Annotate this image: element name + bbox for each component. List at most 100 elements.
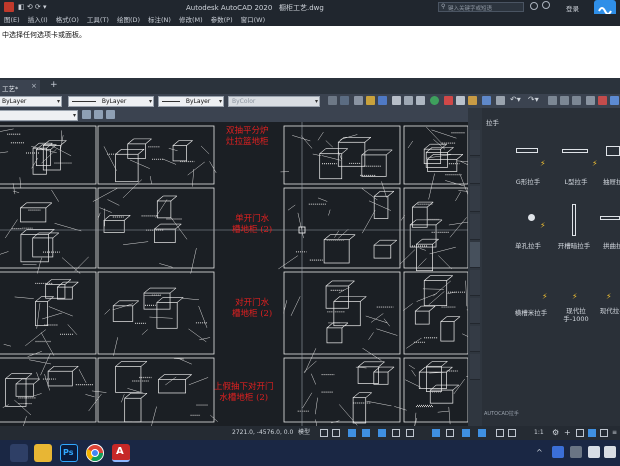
palette-footer: AUTOCAD拉手 [484,411,519,417]
annotation-scale[interactable]: 1:1 [534,428,544,438]
polar-icon[interactable] [362,429,370,437]
zoom-icon[interactable] [560,96,569,105]
dynamic-ucs-icon[interactable] [478,429,486,437]
network-icon[interactable] [604,446,616,458]
arch-handle-icon[interactable] [600,216,620,220]
drawing-canvas[interactable]: 双抽平分炉 灶拉篮地柜 单开门水 槽地柜 (2) 对开门水 槽地柜 (2) 上假… [0,122,468,426]
menu-item-format[interactable]: 格式(O) [52,14,83,26]
auto-scale-icon[interactable] [508,429,516,437]
new-icon[interactable] [354,96,363,105]
g-handle-icon[interactable] [516,148,538,153]
osnap-icon[interactable] [378,429,386,437]
command-line-area[interactable]: 中选择任何选项卡或面板。 [0,26,620,78]
menu-item-tools[interactable]: 工具(T) [83,14,113,26]
hardware-acceleration-icon[interactable] [588,429,596,437]
otrack-icon[interactable] [392,429,400,437]
ortho-icon[interactable] [348,429,356,437]
layer-icon[interactable] [340,96,349,105]
open-icon[interactable] [366,96,375,105]
menu-item-insert[interactable]: 插入(I) [24,14,52,26]
save-icon[interactable] [378,96,387,105]
palette-tab[interactable] [470,186,480,212]
match-properties-icon[interactable] [328,96,337,105]
menu-item-draw[interactable]: 绘图(D) [113,14,144,26]
lineweight-dropdown[interactable]: ByLayer ▾ [158,95,224,107]
gear-icon[interactable]: ⚙ [552,428,559,438]
publish-icon[interactable] [416,96,425,105]
task-view-icon[interactable] [10,444,28,462]
zoom-window-icon[interactable] [572,96,581,105]
menu-item-parametric[interactable]: 参数(P) [207,14,237,26]
layer-states-icon[interactable] [82,110,91,119]
chevron-up-icon[interactable]: ^ [536,448,543,457]
web-icon[interactable] [430,96,439,105]
model-space-toggle[interactable]: 模型 [298,428,310,438]
drawer-handle-icon[interactable] [606,146,620,156]
undo-icon[interactable]: ↶▾ [510,95,521,104]
menu-item-modify[interactable]: 修改(M) [175,14,207,26]
customization-icon[interactable]: ≡ [612,428,617,438]
color-dropdown[interactable]: ByColor ▾ [228,95,320,107]
selection-cycling-icon[interactable] [446,429,454,437]
copy-icon[interactable] [456,96,465,105]
new-tab-button[interactable]: + [50,80,58,90]
slot-handle-icon[interactable] [572,204,576,236]
chrome-icon[interactable] [86,444,104,462]
isolate-icon[interactable] [576,429,584,437]
close-icon[interactable]: × [31,82,37,90]
linetype-dropdown[interactable]: ByLayer ▾ [68,95,154,107]
layer-dropdown[interactable]: ByLayer ▾ [0,95,62,107]
palette-tab[interactable] [470,130,480,156]
photoshop-icon[interactable]: Ps [60,444,78,462]
properties-icon[interactable] [586,96,595,105]
chevron-down-icon: ▾ [148,97,152,105]
menu-item-edit[interactable]: 图(E) [0,14,24,26]
print-icon[interactable] [392,96,401,105]
search-box[interactable]: ⚲ 键入关键字或短语 [438,2,524,12]
tool-palettes-icon[interactable] [610,96,619,105]
autocad-logo-icon[interactable] [4,2,14,12]
file-tab-active[interactable]: 工艺* × [0,80,40,94]
user-icon[interactable] [530,2,538,10]
menu-item-dimension[interactable]: 标注(N) [144,14,175,26]
palette-tab[interactable] [470,214,480,240]
account-icon[interactable] [542,1,550,9]
design-center-icon[interactable] [598,96,607,105]
pan-icon[interactable] [548,96,557,105]
palette-tab[interactable] [470,270,480,296]
snap-icon[interactable] [332,429,340,437]
block-icon[interactable] [496,96,505,105]
palette-tab[interactable] [470,158,480,184]
clean-screen-icon[interactable] [600,429,608,437]
autocad-taskbar-icon[interactable]: A [112,444,130,462]
tray-app-icon[interactable] [570,446,582,458]
palette-tab[interactable] [470,354,480,380]
file-explorer-icon[interactable] [34,444,52,462]
redo-icon[interactable]: ↷▾ [528,95,539,104]
palette-tab-active[interactable] [470,242,480,268]
layer-isolate-icon[interactable] [106,110,115,119]
plot-preview-icon[interactable] [404,96,413,105]
grid-icon[interactable] [320,429,328,437]
l-handle-icon[interactable] [562,149,588,153]
volume-icon[interactable] [588,446,600,458]
login-link[interactable]: 登录 [566,3,579,13]
annotation-line: 双抽平分炉 [226,126,269,136]
paste-icon[interactable] [468,96,477,105]
knob-icon[interactable] [528,214,535,221]
annotation-visibility-icon[interactable] [496,429,504,437]
palette-tab[interactable] [470,326,480,352]
3d-osnap-icon[interactable] [462,429,470,437]
palette-tab[interactable] [470,298,480,324]
match-icon[interactable] [482,96,491,105]
transparency-icon[interactable] [432,429,440,437]
annotation-line: 对开门水 [235,298,270,308]
quick-access-toolbar[interactable]: ◧ ⟲ ⟳ ▾ [18,3,47,11]
lineweight-icon[interactable] [406,429,414,437]
menu-item-window[interactable]: 窗口(W) [237,14,270,26]
tray-app-icon[interactable] [552,446,564,458]
plus-icon[interactable]: + [564,428,571,438]
cut-icon[interactable] [444,96,453,105]
layer-previous-icon[interactable] [94,110,103,119]
text-style-dropdown[interactable]: ▾ [0,109,78,121]
